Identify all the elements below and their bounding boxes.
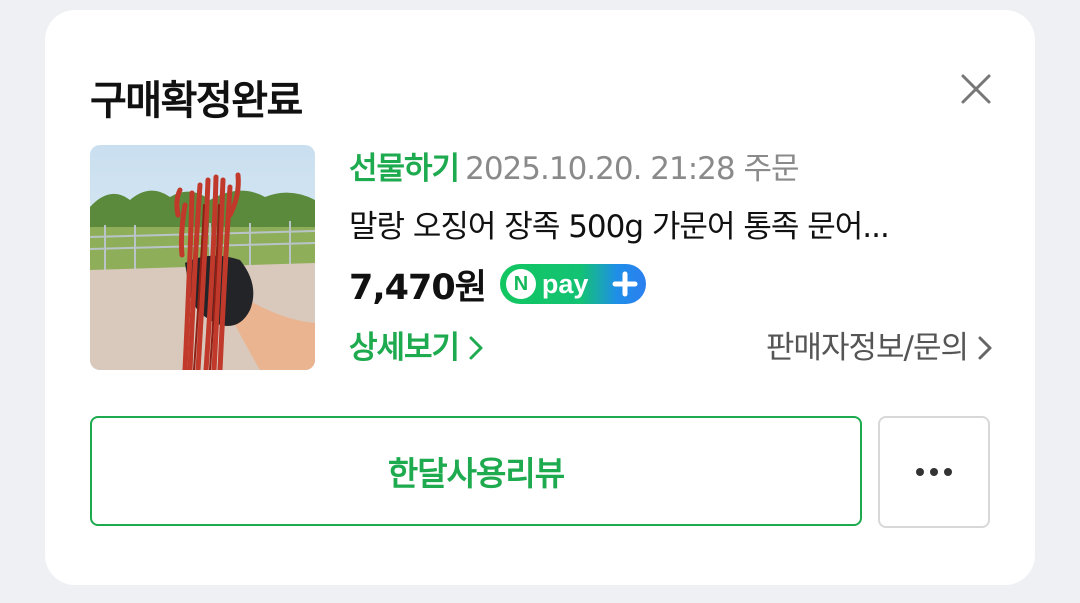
product-name[interactable]: 말랑 오징어 장족 500g 가문어 통족 문어... (349, 204, 994, 250)
more-dots-icon (916, 468, 952, 476)
monthly-review-button[interactable]: 한달사용리뷰 (90, 416, 862, 526)
price-row: 7,470원 N pay (349, 260, 994, 308)
close-button[interactable] (953, 66, 999, 112)
seller-info-label: 판매자정보/문의 (765, 330, 969, 366)
close-icon (961, 74, 991, 104)
chevron-right-icon (978, 336, 992, 360)
order-card: 구매확정완료 선물하기 2025.10.20. 21:28 주문 말랑 오징어 … (45, 10, 1035, 585)
detail-link-label: 상세보기 (349, 330, 460, 366)
order-meta: 선물하기 2025.10.20. 21:28 주문 (349, 146, 994, 192)
chevron-right-icon (469, 336, 483, 360)
seller-info-link[interactable]: 판매자정보/문의 (766, 325, 994, 371)
order-info: 선물하기 2025.10.20. 21:28 주문 말랑 오징어 장족 500g … (349, 146, 994, 308)
product-price: 7,470원 (349, 267, 487, 308)
npay-plus-badge: N pay (499, 264, 646, 304)
gift-label: 선물하기 (349, 151, 460, 187)
npay-text: pay (541, 268, 589, 299)
links-row: 상세보기 판매자정보/문의 (349, 325, 994, 371)
detail-link[interactable]: 상세보기 (349, 325, 485, 371)
more-options-button[interactable] (878, 416, 990, 528)
order-status-title: 구매확정완료 (90, 78, 303, 124)
order-date: 2025.10.20. 21:28 주문 (465, 151, 799, 187)
plus-icon (612, 271, 638, 297)
product-image[interactable] (90, 145, 315, 370)
npay-n-logo: N (505, 269, 536, 299)
product-photo-icon (90, 145, 315, 370)
